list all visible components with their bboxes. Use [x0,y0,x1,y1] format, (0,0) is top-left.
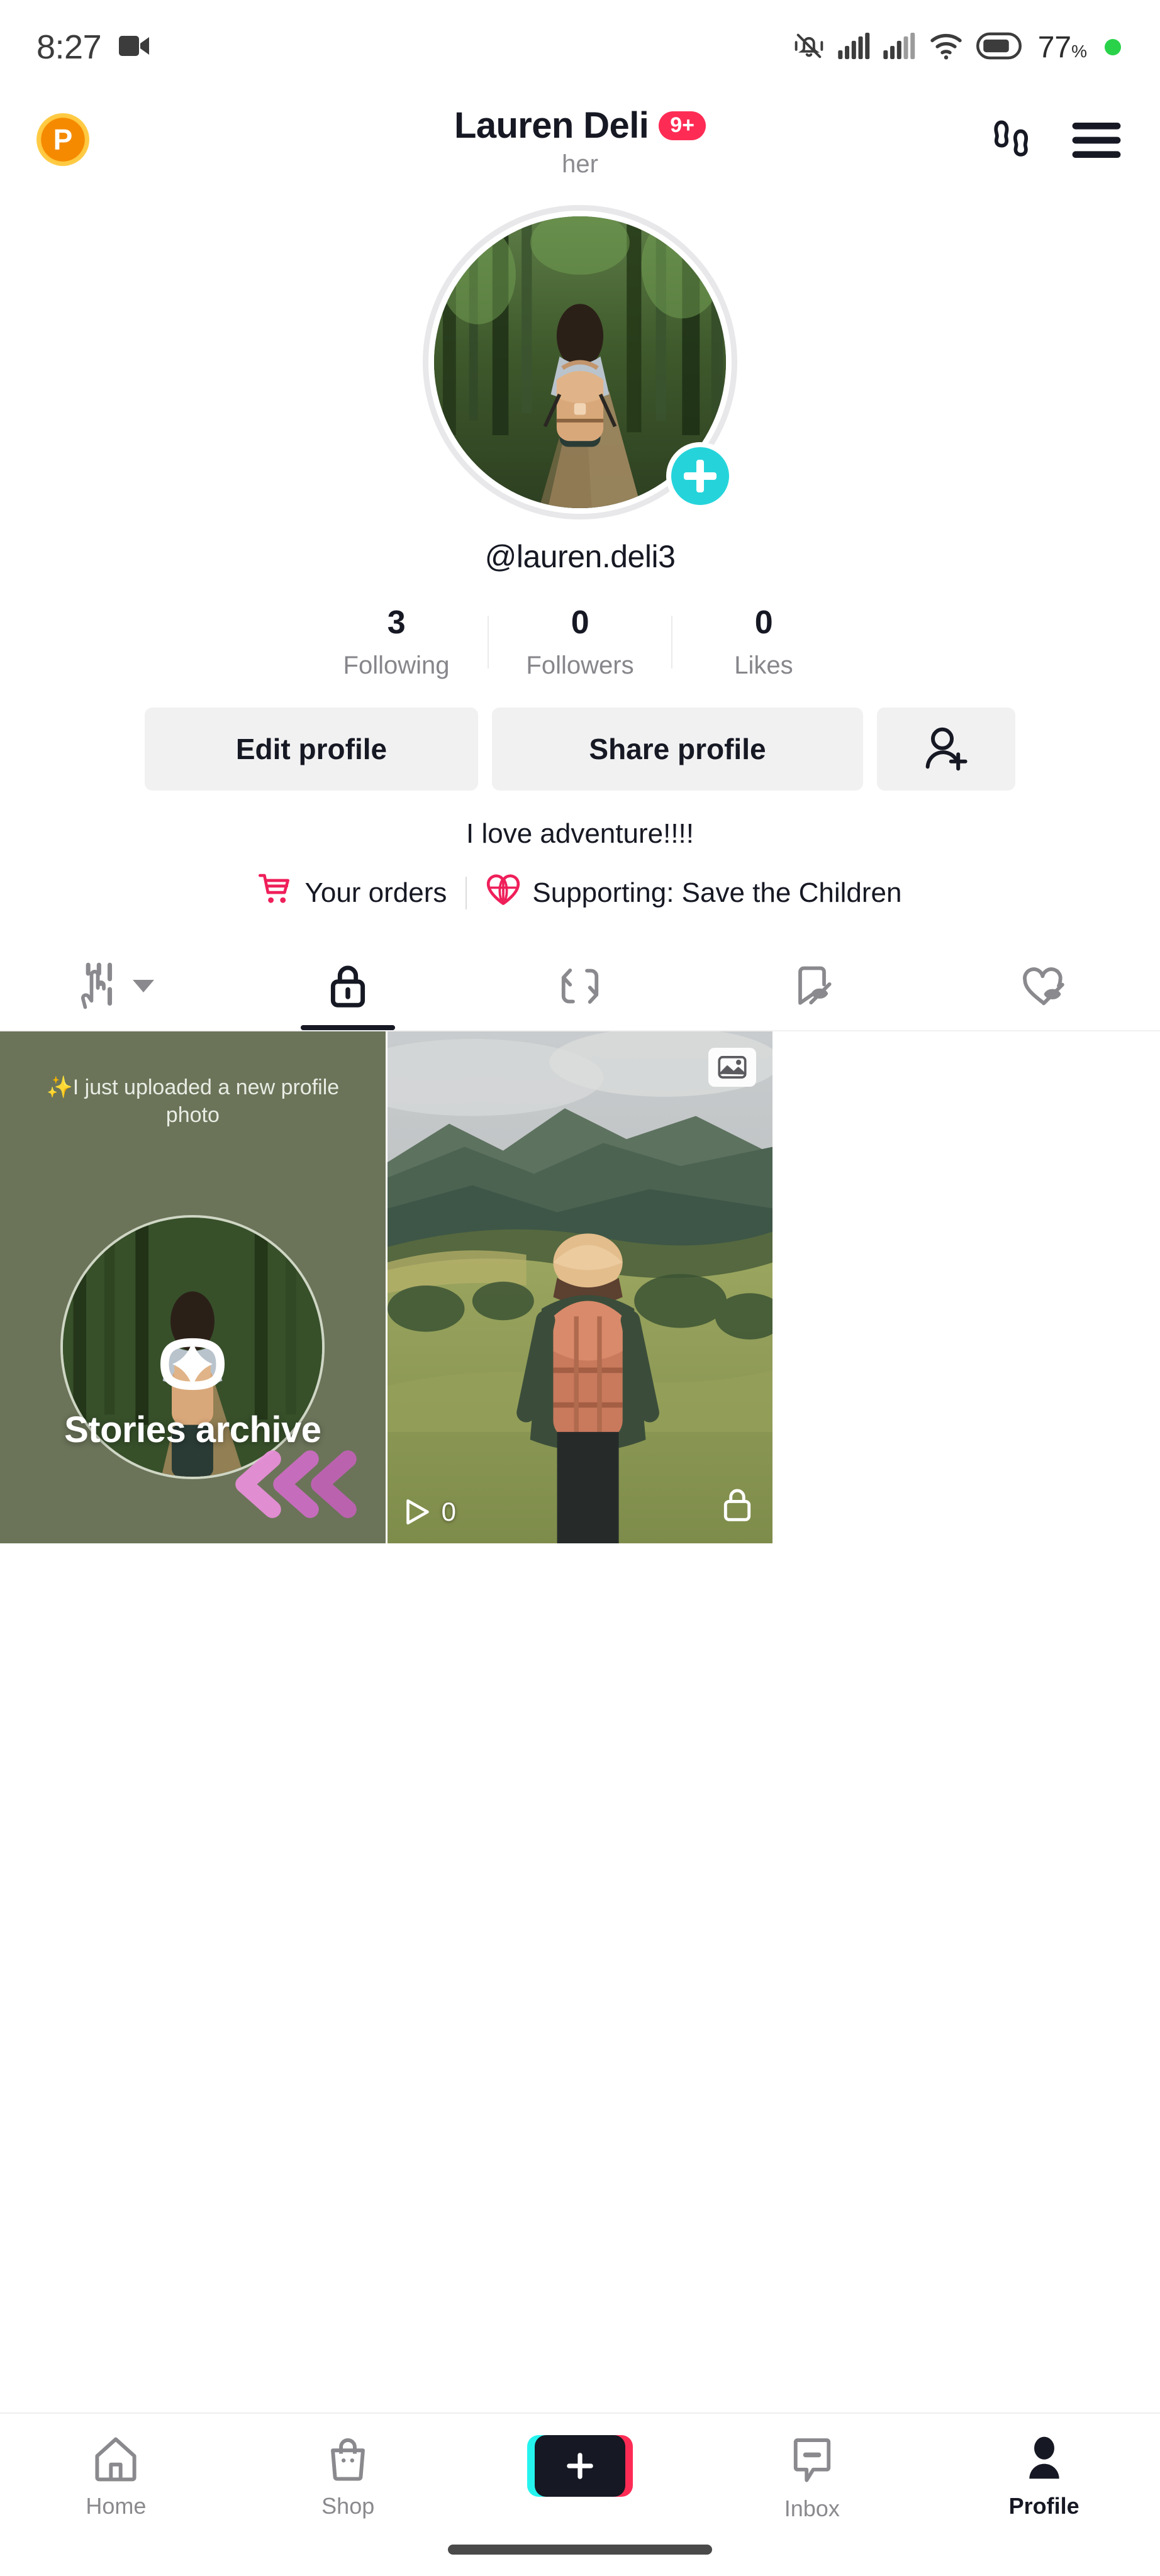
your-orders-link[interactable]: Your orders [258,873,447,913]
title-row: Lauren Deli 9+ [454,104,706,147]
nav-item-create[interactable] [464,2435,696,2508]
app-header: P Lauren Deli 9+ her [0,94,1160,201]
chevrons-decoration [222,1446,367,1522]
shopping-bag-icon [331,2438,365,2481]
post-grid-empty-slot [774,1031,1160,1544]
nav-label: Shop [321,2493,375,2519]
heart-hidden-icon [1022,967,1064,1006]
nav-item-shop[interactable]: Shop [232,2435,464,2519]
video-camera-icon [118,33,150,62]
repost-arrows-icon [561,969,599,1004]
person-icon [1029,2436,1059,2479]
profile-identity: @lauren.deli3 [0,205,1160,575]
home-icon [95,2437,137,2482]
nav-item-inbox[interactable]: Inbox [696,2435,928,2522]
inbox-message-icon [793,2438,830,2482]
header-actions [994,116,1121,165]
links-divider [466,876,467,909]
hamburger-menu-icon[interactable] [1072,121,1121,160]
avatar[interactable] [423,205,737,519]
sparkle-icon [160,1338,225,1391]
supporting-link[interactable]: Supporting: Save the Children [486,872,901,913]
story-caption: ✨I just uploaded a new profile photo [46,1075,340,1127]
tab-manage-posts[interactable] [0,942,232,1030]
pinterest-profile-badge[interactable]: P [36,113,89,166]
tab-saved[interactable] [696,942,928,1030]
nav-item-profile[interactable]: Profile [928,2435,1160,2519]
pronoun-label: her [562,150,598,178]
stat-value: 0 [571,604,589,641]
nav-label: Inbox [784,2496,840,2521]
shopping-cart-icon [258,873,294,913]
heart-globe-icon [486,872,521,913]
play-count-value: 0 [441,1497,457,1527]
home-indicator [448,2545,712,2555]
profile-actions: Edit profile Share profile [0,708,1160,791]
tab-private[interactable] [232,942,464,1030]
bottom-navigation: Home Shop Inbox Profile [0,2412,1160,2576]
hand-sliders-icon [81,962,113,1009]
page-title: Lauren Deli [454,105,649,146]
status-bar-left: 8:27 [36,28,150,67]
nav-label: Home [86,2493,147,2519]
image-stack-icon [708,1048,757,1087]
lock-icon [331,965,365,1008]
post-grid: ✨I just uploaded a new profile photo Sto… [0,1031,1160,1544]
post-story-archive[interactable]: ✨I just uploaded a new profile photo Sto… [0,1031,386,1544]
silent-mode-icon [793,30,825,65]
recording-dot-icon [1105,39,1121,55]
share-profile-button[interactable]: Share profile [492,708,863,791]
wifi-icon [929,32,964,63]
stat-following[interactable]: 3 Following [305,604,488,680]
nav-item-home[interactable]: Home [0,2435,232,2519]
nav-label: Profile [1008,2493,1079,2519]
stat-label: Followers [526,652,634,679]
status-bar: 8:27 77% [0,0,1160,94]
signal-sim1-icon [838,32,871,62]
chevron-down-icon [133,980,155,992]
edit-profile-button[interactable]: Edit profile [145,708,478,791]
tab-reposts[interactable] [464,942,696,1030]
clock: 8:27 [36,28,102,66]
bio-text: I love adventure!!!! [466,818,694,849]
stat-label: Following [343,652,450,679]
bio-links: Your orders Supporting: Save the Childre… [0,872,1160,913]
content-tabs [0,942,1160,1031]
story-title: Stories archive [64,1409,321,1450]
stats-row: 3 Following 0 Followers 0 Likes [0,604,1160,680]
tab-liked[interactable] [928,942,1160,1030]
play-count: 0 [404,1497,456,1527]
create-button-wrapper [527,2435,633,2497]
status-bar-right: 77% [793,30,1121,65]
stat-likes[interactable]: 0 Likes [672,604,855,680]
notification-badge[interactable]: 9+ [659,111,706,140]
mountain-hiker-image [387,1031,773,1544]
add-person-icon[interactable] [877,708,1015,791]
signal-sim2-icon [883,32,916,62]
footprints-icon[interactable] [994,116,1038,165]
battery-icon [976,32,1022,63]
bookmark-hidden-icon [798,966,832,1005]
stat-followers[interactable]: 0 Followers [489,604,671,680]
lock-icon [721,1487,754,1526]
your-orders-label: Your orders [304,877,447,908]
play-triangle-icon [406,1499,429,1525]
profile-handle: @lauren.deli3 [484,539,676,574]
stat-value: 3 [387,604,406,641]
header-title-block: Lauren Deli 9+ her [0,104,1160,179]
post-photo[interactable]: 0 [387,1031,773,1544]
create-plus-icon[interactable] [527,2435,633,2497]
battery-percent: 77% [1037,30,1087,64]
supporting-label: Supporting: Save the Children [532,877,902,908]
stat-value: 0 [754,604,773,641]
add-story-button[interactable] [666,442,734,510]
stat-label: Likes [734,652,793,679]
